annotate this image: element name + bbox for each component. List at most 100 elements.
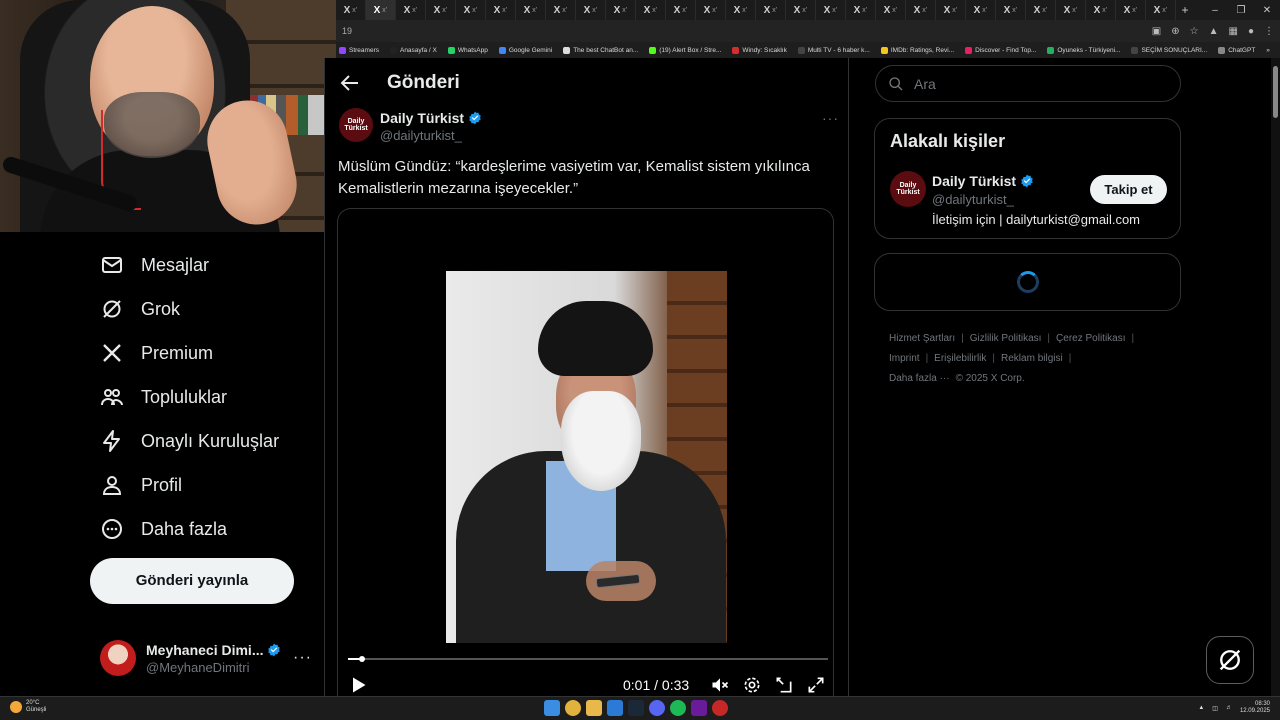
- browser-tab[interactable]: Xx’: [636, 0, 666, 20]
- new-tab-button[interactable]: +: [1176, 3, 1194, 17]
- tab-close-icon[interactable]: x’: [922, 7, 927, 14]
- bookmark-item[interactable]: ChatGPT: [1218, 46, 1255, 54]
- follow-button[interactable]: Takip et: [1090, 175, 1167, 204]
- tab-close-icon[interactable]: x’: [622, 7, 627, 14]
- close-window-button[interactable]: ✕: [1254, 5, 1280, 16]
- author-handle[interactable]: @dailyturkist_: [380, 128, 462, 143]
- discord-icon[interactable]: [649, 700, 665, 716]
- browser-tab[interactable]: Xx’: [756, 0, 786, 20]
- windows-start-icon[interactable]: [544, 700, 560, 716]
- footer-link[interactable]: Çerez Politikası: [1056, 333, 1125, 344]
- related-handle[interactable]: @dailyturkist_: [932, 192, 1014, 207]
- related-avatar[interactable]: Daily Türkist: [890, 171, 926, 207]
- bookmark-item[interactable]: (19) Alert Box / Stre...: [649, 46, 721, 54]
- tab-close-icon[interactable]: x’: [862, 7, 867, 14]
- weather-widget[interactable]: 20°C Güneşli: [10, 700, 46, 714]
- video-progress-bar[interactable]: [348, 656, 828, 662]
- star-icon[interactable]: ☆: [1190, 26, 1199, 37]
- bookmark-item[interactable]: Google Gemini: [498, 46, 552, 54]
- nav-item-mesajlar[interactable]: Mesajlar: [100, 250, 209, 280]
- tab-close-icon[interactable]: x’: [502, 7, 507, 14]
- browser-tab[interactable]: Xx’: [786, 0, 816, 20]
- author-name[interactable]: Daily Türkist: [380, 110, 464, 126]
- bookmark-item[interactable]: Anasayfa / X: [389, 46, 437, 54]
- clock[interactable]: 08:30 12.09.2025: [1240, 701, 1270, 715]
- browser-tab[interactable]: Xx’: [456, 0, 486, 20]
- browser-tab[interactable]: Xx’: [666, 0, 696, 20]
- bookmark-item[interactable]: IMDb: Ratings, Revi...: [880, 46, 954, 54]
- related-name[interactable]: Daily Türkist: [932, 173, 1016, 189]
- tab-close-icon[interactable]: x’: [1072, 7, 1077, 14]
- picture-in-picture-icon[interactable]: [774, 675, 794, 695]
- back-arrow-icon[interactable]: [337, 71, 361, 95]
- browser-tab[interactable]: Xx’: [606, 0, 636, 20]
- tab-close-icon[interactable]: x’: [1102, 7, 1107, 14]
- bookmark-item[interactable]: The best ChatBot an...: [563, 46, 638, 54]
- play-icon[interactable]: [348, 675, 368, 695]
- browser-tab[interactable]: Xx’: [546, 0, 576, 20]
- tab-close-icon[interactable]: x’: [892, 7, 897, 14]
- tab-close-icon[interactable]: x’: [952, 7, 957, 14]
- extensions-icon[interactable]: ▲: [1209, 26, 1219, 37]
- browser-tab[interactable]: Xx’: [1026, 0, 1056, 20]
- fullscreen-icon[interactable]: [806, 675, 826, 695]
- tab-close-icon[interactable]: x’: [442, 7, 447, 14]
- browser-tab[interactable]: Xx’: [366, 0, 396, 20]
- search-input[interactable]: [914, 75, 1154, 92]
- tab-close-icon[interactable]: x’: [1132, 7, 1137, 14]
- tab-close-icon[interactable]: x’: [832, 7, 837, 14]
- page-scrollbar[interactable]: [1271, 58, 1280, 696]
- file-explorer-icon[interactable]: [586, 700, 602, 716]
- tab-close-icon[interactable]: x’: [562, 7, 567, 14]
- video-frame[interactable]: [446, 271, 727, 643]
- sidebar-icon[interactable]: ▦: [1229, 26, 1238, 37]
- tab-close-icon[interactable]: x’: [712, 7, 717, 14]
- nav-item-grok[interactable]: Grok: [100, 294, 180, 324]
- browser-tab[interactable]: Xx’: [336, 0, 366, 20]
- scrollbar-thumb[interactable]: [1273, 66, 1278, 118]
- volume-tray-icon[interactable]: ♬: [1226, 705, 1232, 711]
- browser-tab[interactable]: Xx’: [846, 0, 876, 20]
- tray-chevron-icon[interactable]: ▲: [1198, 705, 1204, 711]
- maximize-button[interactable]: ❐: [1228, 5, 1254, 16]
- account-switcher[interactable]: Meyhaneci Dimi... @MeyhaneDimitri ···: [100, 636, 312, 680]
- bookmarks-overflow-button[interactable]: »: [1266, 47, 1270, 54]
- grok-floating-button[interactable]: [1206, 636, 1254, 684]
- tab-close-icon[interactable]: x’: [532, 7, 537, 14]
- browser-tab[interactable]: Xx’: [1116, 0, 1146, 20]
- cast-icon[interactable]: ▣: [1152, 26, 1161, 37]
- browser-tab[interactable]: Xx’: [1146, 0, 1176, 20]
- browser-tab[interactable]: Xx’: [486, 0, 516, 20]
- browser-tab[interactable]: Xx’: [936, 0, 966, 20]
- profile-icon[interactable]: ●: [1248, 26, 1254, 37]
- browser-tab[interactable]: Xx’: [816, 0, 846, 20]
- browser-tab[interactable]: Xx’: [996, 0, 1026, 20]
- footer-link[interactable]: Erişilebilirlik: [934, 353, 986, 364]
- footer-link[interactable]: Hizmet Şartları: [889, 333, 955, 344]
- browser-tab[interactable]: Xx’: [696, 0, 726, 20]
- account-more-icon[interactable]: ···: [293, 649, 312, 667]
- settings-icon[interactable]: [742, 675, 762, 695]
- footer-link[interactable]: Imprint: [889, 353, 920, 364]
- browser-tab[interactable]: Xx’: [876, 0, 906, 20]
- browser-tab[interactable]: Xx’: [576, 0, 606, 20]
- zoom-icon[interactable]: ⊕: [1171, 26, 1179, 37]
- nav-item-topluluklar[interactable]: Topluluklar: [100, 382, 227, 412]
- app-icon[interactable]: [712, 700, 728, 716]
- bookmark-item[interactable]: Discover - Find Top...: [965, 46, 1036, 54]
- browser-tab[interactable]: Xx’: [1056, 0, 1086, 20]
- video-player[interactable]: 0:01 / 0:33: [337, 208, 834, 698]
- bookmark-item[interactable]: WhatsApp: [447, 46, 488, 54]
- browser-tab[interactable]: Xx’: [726, 0, 756, 20]
- post-button[interactable]: Gönderi yayınla: [90, 558, 294, 604]
- spotify-icon[interactable]: [670, 700, 686, 716]
- browser-tab[interactable]: Xx’: [426, 0, 456, 20]
- tab-close-icon[interactable]: x’: [652, 7, 657, 14]
- minimize-button[interactable]: –: [1202, 5, 1228, 16]
- chrome-icon[interactable]: [565, 700, 581, 716]
- bookmark-item[interactable]: SEÇİM SONUÇLARI...: [1131, 46, 1207, 54]
- nav-item-daha-fazla[interactable]: Daha fazla: [100, 514, 227, 544]
- edge-icon[interactable]: [607, 700, 623, 716]
- tab-close-icon[interactable]: x’: [352, 7, 357, 14]
- address-text[interactable]: 19: [342, 26, 352, 36]
